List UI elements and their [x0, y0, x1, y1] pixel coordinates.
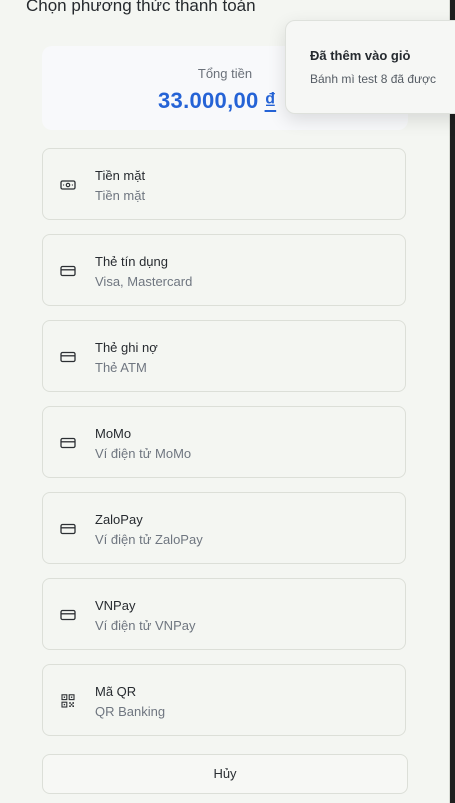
total-amount-value: 33.000,00: [158, 88, 259, 113]
payment-method-desc: QR Banking: [95, 704, 166, 719]
qr-code-icon: [61, 694, 75, 708]
payment-method-name: MoMo: [95, 426, 132, 441]
payment-method-qr[interactable]: Mã QR QR Banking: [42, 664, 406, 736]
payment-method-name: Thẻ tín dụng: [95, 254, 168, 269]
toast-message: Bánh mì test 8 đã được: [310, 72, 436, 86]
payment-method-desc: Visa, Mastercard: [95, 274, 193, 289]
payment-method-desc: Ví điện tử MoMo: [95, 446, 192, 461]
payment-method-desc: Ví điện tử VNPay: [95, 618, 196, 633]
credit-card-icon: [60, 609, 76, 621]
payment-method-desc: Tiền mặt: [95, 188, 146, 203]
payment-method-desc: Thẻ ATM: [95, 360, 147, 375]
payment-method-vnpay[interactable]: VNPay Ví điện tử VNPay: [42, 578, 406, 650]
payment-method-credit-card[interactable]: Thẻ tín dụng Visa, Mastercard: [42, 234, 406, 306]
credit-card-icon: [60, 351, 76, 363]
payment-method-name: Tiền mặt: [95, 168, 146, 183]
added-to-cart-toast[interactable]: Đã thêm vào giỏ Bánh mì test 8 đã được: [285, 20, 455, 114]
credit-card-icon: [60, 523, 76, 535]
payment-method-debit-card[interactable]: Thẻ ghi nợ Thẻ ATM: [42, 320, 406, 392]
payment-method-zalopay[interactable]: ZaloPay Ví điện tử ZaloPay: [42, 492, 406, 564]
payment-method-desc: Ví điện tử ZaloPay: [95, 532, 203, 547]
total-amount: 33.000,00 ₫: [158, 88, 276, 114]
payment-method-cash[interactable]: Tiền mặt Tiền mặt: [42, 148, 406, 220]
currency-symbol: ₫: [264, 88, 277, 113]
payment-method-dialog: Chọn phương thức thanh toán Tổng tiền 33…: [0, 0, 450, 803]
payment-method-name: VNPay: [95, 598, 136, 613]
cancel-button[interactable]: Hủy: [42, 754, 408, 794]
payment-method-momo[interactable]: MoMo Ví điện tử MoMo: [42, 406, 406, 478]
credit-card-icon: [60, 437, 76, 449]
toast-title: Đã thêm vào giỏ: [310, 48, 411, 63]
payment-method-name: Mã QR: [95, 684, 137, 699]
cash-icon: [60, 180, 76, 190]
payment-method-name: ZaloPay: [95, 512, 143, 527]
dialog-title: Chọn phương thức thanh toán: [26, 0, 256, 15]
payment-method-name: Thẻ ghi nợ: [95, 340, 158, 355]
credit-card-icon: [60, 265, 76, 277]
